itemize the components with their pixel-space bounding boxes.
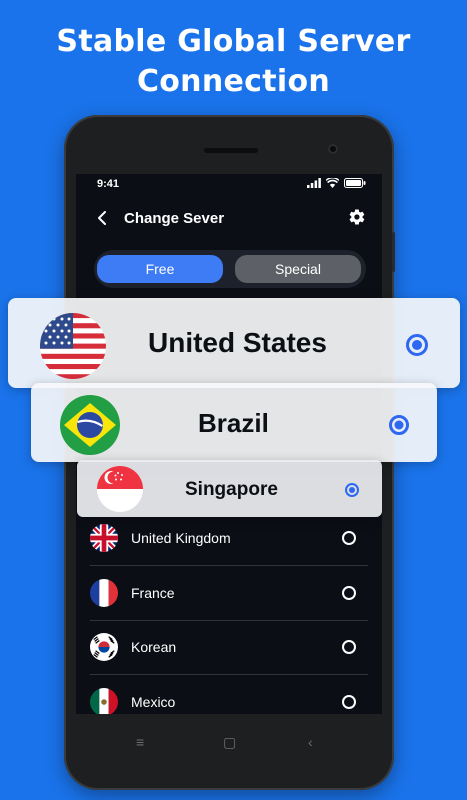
server-row-united-kingdom[interactable]: United Kingdom — [90, 512, 368, 566]
row-divider — [90, 565, 368, 566]
header-bar: Change Sever — [76, 202, 382, 238]
server-radio[interactable] — [342, 586, 356, 600]
server-radio[interactable] — [342, 695, 356, 709]
server-radio[interactable] — [342, 531, 356, 545]
server-radio[interactable] — [342, 640, 356, 654]
server-card-united-states[interactable]: United States — [8, 298, 460, 388]
headline-line-2: Connection — [136, 64, 331, 99]
wifi-icon — [326, 178, 339, 188]
phone-speaker — [204, 148, 258, 153]
page-title: Change Sever — [124, 210, 225, 227]
server-row-korean[interactable]: Korean — [90, 621, 368, 675]
server-card-singapore[interactable]: Singapore — [77, 460, 382, 517]
brazil-flag-icon — [60, 395, 120, 455]
server-name: Mexico — [131, 694, 176, 710]
status-time: 9:41 — [97, 178, 120, 190]
back-arrow-icon[interactable] — [94, 210, 110, 226]
server-radio-selected[interactable] — [406, 334, 428, 356]
server-name: Korean — [131, 639, 177, 655]
back-key-icon[interactable]: ‹ — [308, 734, 313, 750]
phone-camera — [328, 144, 338, 154]
phone-nav-keys: ≡ ▢ ‹ — [0, 727, 467, 757]
server-name: France — [131, 585, 175, 601]
singapore-flag-icon — [97, 466, 143, 512]
promo-headline: Stable Global Server Connection — [0, 22, 467, 102]
home-key-icon[interactable]: ▢ — [223, 734, 236, 751]
status-bar: 9:41 — [76, 174, 382, 196]
mexico-flag-icon — [90, 688, 118, 714]
menu-key-icon[interactable]: ≡ — [136, 734, 144, 750]
server-card-brazil[interactable]: Brazil — [31, 383, 437, 462]
server-name: United States — [148, 327, 327, 358]
headline-line-1: Stable Global Server — [56, 24, 411, 59]
us-flag-icon — [40, 313, 106, 379]
server-radio-selected[interactable] — [345, 483, 359, 497]
server-row-mexico[interactable]: Mexico — [90, 676, 368, 714]
battery-icon — [344, 178, 366, 188]
status-icons — [307, 178, 366, 188]
server-name: United Kingdom — [131, 530, 231, 546]
server-radio-selected[interactable] — [389, 415, 409, 435]
tab-special[interactable]: Special — [235, 255, 361, 283]
korea-flag-icon — [90, 633, 118, 661]
tab-free[interactable]: Free — [97, 255, 223, 283]
gear-icon[interactable] — [348, 208, 366, 226]
tier-tabs: Free Special — [94, 250, 366, 288]
row-divider — [90, 674, 368, 675]
france-flag-icon — [90, 579, 118, 607]
server-name: Singapore — [185, 479, 278, 500]
server-name: Brazil — [198, 408, 269, 438]
uk-flag-icon — [90, 524, 118, 552]
server-row-france[interactable]: France — [90, 567, 368, 621]
signal-icon — [307, 178, 321, 188]
phone-side-button — [392, 232, 395, 272]
